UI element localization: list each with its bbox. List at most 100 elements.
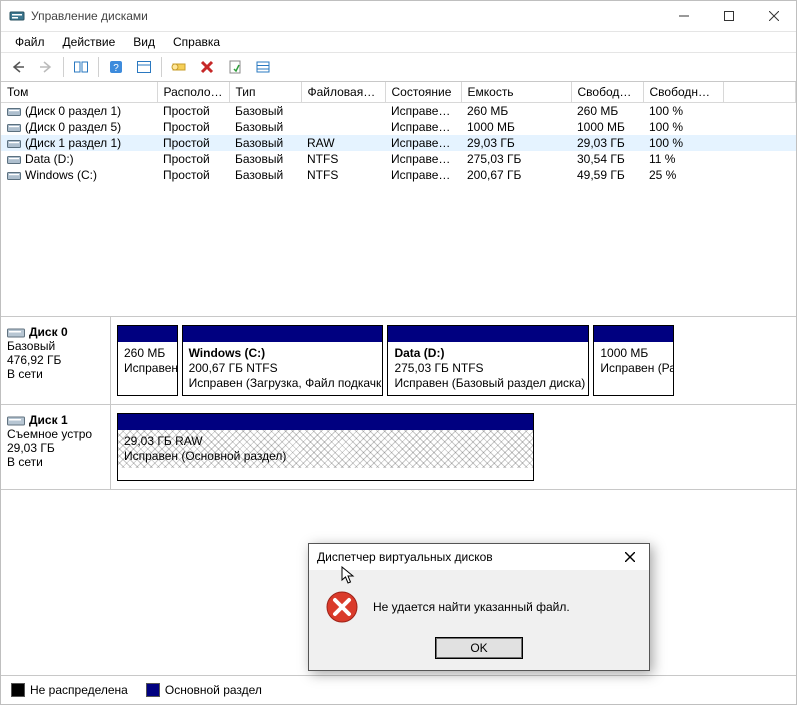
disk-icon	[7, 415, 25, 427]
volume-free: 30,54 ГБ	[571, 151, 643, 167]
disk-size: 29,03 ГБ	[7, 441, 104, 455]
disk-label[interactable]: Диск 0Базовый476,92 ГБВ сети	[1, 317, 111, 404]
partition[interactable]: Windows (C:)200,67 ГБ NTFSИсправен (Загр…	[182, 325, 384, 396]
col-status[interactable]: Состояние	[385, 82, 461, 103]
volume-layout: Простой	[157, 135, 229, 151]
nav-forward-button[interactable]	[33, 54, 59, 80]
dialog-title: Диспетчер виртуальных дисков	[317, 550, 615, 564]
legend-swatch-primary	[146, 683, 160, 697]
volume-free-pct: 25 %	[643, 167, 723, 183]
close-window-button[interactable]	[751, 1, 796, 31]
volume-fs: NTFS	[301, 167, 385, 183]
partition-size: 275,03 ГБ NTFS	[394, 361, 483, 375]
minimize-button[interactable]	[661, 1, 706, 31]
partition[interactable]: 29,03 ГБ RAWИсправен (Основной раздел)	[117, 413, 534, 481]
volume-row[interactable]: (Диск 1 раздел 1)ПростойБазовыйRAWИсправ…	[1, 135, 796, 151]
toolbar-separator	[63, 57, 64, 77]
partition[interactable]: 1000 МБИсправен (Раздел во	[593, 325, 674, 396]
settings-panel-button[interactable]	[131, 54, 157, 80]
volume-name: Data (D:)	[1, 151, 157, 167]
delete-button[interactable]	[194, 54, 220, 80]
volume-table[interactable]: Том Располо… Тип Файловая с… Состояние Е…	[1, 82, 796, 183]
col-capacity[interactable]: Емкость	[461, 82, 571, 103]
legend-unallocated: Не распределена	[11, 683, 128, 697]
volume-type: Базовый	[229, 135, 301, 151]
volume-free-pct: 100 %	[643, 103, 723, 120]
disk-partitions: 260 МБИсправен (ШифWindows (C:)200,67 ГБ…	[111, 317, 796, 404]
volume-name: Windows (C:)	[1, 167, 157, 183]
toolbar-separator	[161, 57, 162, 77]
col-layout[interactable]: Располо…	[157, 82, 229, 103]
partition[interactable]: Data (D:)275,03 ГБ NTFSИсправен (Базовый…	[387, 325, 589, 396]
partition[interactable]: 260 МБИсправен (Шиф	[117, 325, 178, 396]
legend-swatch-unallocated	[11, 683, 25, 697]
panes-button[interactable]	[68, 54, 94, 80]
volume-row[interactable]: Windows (C:)ПростойБазовыйNTFSИсправен…2…	[1, 167, 796, 183]
volume-type: Базовый	[229, 119, 301, 135]
dialog-titlebar[interactable]: Диспетчер виртуальных дисков	[309, 544, 649, 570]
disk-type: Базовый	[7, 339, 104, 353]
legend-unallocated-label: Не распределена	[30, 683, 128, 697]
partition-status: Исправен (Раздел во	[600, 361, 673, 375]
help-button[interactable]: ?	[103, 54, 129, 80]
volume-free: 29,03 ГБ	[571, 135, 643, 151]
window-controls	[661, 1, 796, 31]
toggle-view-button[interactable]	[166, 54, 192, 80]
volume-fs: NTFS	[301, 151, 385, 167]
error-icon	[325, 590, 359, 624]
volume-type: Базовый	[229, 151, 301, 167]
partition-header	[388, 326, 588, 342]
properties-button[interactable]	[222, 54, 248, 80]
volume-capacity: 275,03 ГБ	[461, 151, 571, 167]
partition-header	[118, 414, 533, 430]
menu-action[interactable]: Действие	[55, 33, 124, 51]
volume-row[interactable]: (Диск 0 раздел 1)ПростойБазовыйИсправен……	[1, 103, 796, 120]
svg-text:?: ?	[113, 63, 119, 74]
volume-free: 260 МБ	[571, 103, 643, 120]
volume-row[interactable]: Data (D:)ПростойБазовыйNTFSИсправен…275,…	[1, 151, 796, 167]
dialog-body: Не удается найти указанный файл.	[309, 570, 649, 638]
dialog-message: Не удается найти указанный файл.	[373, 600, 570, 614]
volume-status: Исправен…	[385, 135, 461, 151]
disk-label[interactable]: Диск 1Съемное устро29,03 ГБВ сети	[1, 405, 111, 489]
volume-status: Исправен…	[385, 167, 461, 183]
volume-list-panel: Том Располо… Тип Файловая с… Состояние Е…	[1, 82, 796, 316]
volume-icon	[7, 155, 21, 165]
volume-free-pct: 100 %	[643, 135, 723, 151]
col-free-pct[interactable]: Свободно %	[643, 82, 723, 103]
menu-file[interactable]: Файл	[7, 33, 53, 51]
volume-free-pct: 100 %	[643, 119, 723, 135]
nav-back-button[interactable]	[5, 54, 31, 80]
volume-capacity: 200,67 ГБ	[461, 167, 571, 183]
dialog-close-button[interactable]	[615, 546, 645, 568]
volume-header-row[interactable]: Том Располо… Тип Файловая с… Состояние Е…	[1, 82, 796, 103]
titlebar: Управление дисками	[1, 1, 796, 32]
disk-status: В сети	[7, 455, 104, 469]
col-free[interactable]: Свобод…	[571, 82, 643, 103]
disk-icon	[7, 327, 25, 339]
list-button[interactable]	[250, 54, 276, 80]
volume-row[interactable]: (Диск 0 раздел 5)ПростойБазовыйИсправен……	[1, 119, 796, 135]
col-filesystem[interactable]: Файловая с…	[301, 82, 385, 103]
volume-layout: Простой	[157, 119, 229, 135]
menubar: Файл Действие Вид Справка	[1, 32, 796, 53]
error-dialog: Диспетчер виртуальных дисков Не удается …	[308, 543, 650, 671]
partition-status: Исправен (Основной раздел)	[124, 449, 286, 463]
menu-view[interactable]: Вид	[125, 33, 163, 51]
volume-name: (Диск 0 раздел 1)	[1, 103, 157, 120]
menu-help[interactable]: Справка	[165, 33, 228, 51]
volume-icon	[7, 171, 21, 181]
volume-status: Исправен…	[385, 103, 461, 120]
volume-name: (Диск 0 раздел 5)	[1, 119, 157, 135]
col-volume[interactable]: Том	[1, 82, 157, 103]
col-spacer	[723, 82, 796, 103]
volume-icon	[7, 123, 21, 133]
volume-name: (Диск 1 раздел 1)	[1, 135, 157, 151]
partition-size: 1000 МБ	[600, 346, 648, 360]
col-type[interactable]: Тип	[229, 82, 301, 103]
maximize-button[interactable]	[706, 1, 751, 31]
disk-size: 476,92 ГБ	[7, 353, 104, 367]
volume-free: 49,59 ГБ	[571, 167, 643, 183]
ok-button[interactable]: OK	[436, 638, 522, 658]
partition-size: 200,67 ГБ NTFS	[189, 361, 278, 375]
